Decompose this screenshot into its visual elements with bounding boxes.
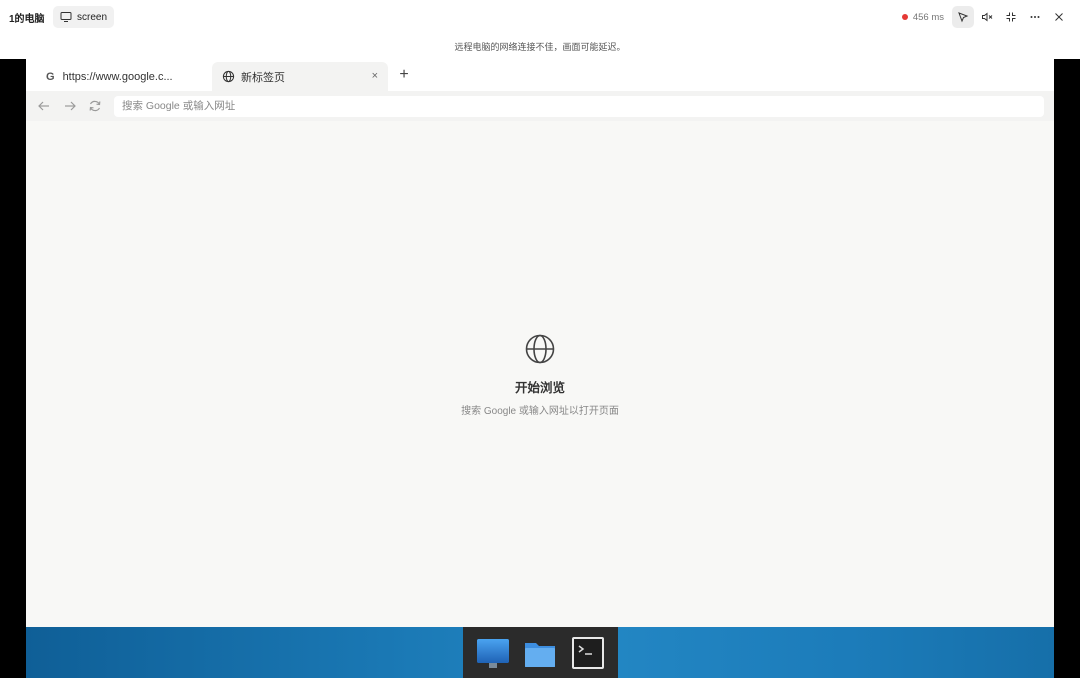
connection-warning: 远程电脑的网络连接不佳，画面可能延迟。 bbox=[0, 35, 1080, 59]
tab-new-tab[interactable]: 新标签页 × bbox=[212, 62, 388, 91]
page-heading: 开始浏览 bbox=[514, 381, 565, 395]
tab-label: https://www.google.c... bbox=[62, 70, 173, 83]
remote-screen[interactable]: G https://www.google.c... 新标签页 × + 搜索 Go… bbox=[0, 59, 1080, 678]
tab-google[interactable]: G https://www.google.c... bbox=[34, 62, 210, 91]
close-button[interactable] bbox=[1048, 6, 1070, 28]
status-dot bbox=[901, 14, 908, 20]
folder-icon bbox=[525, 642, 556, 667]
globe-icon bbox=[525, 334, 555, 364]
terminal-icon bbox=[572, 636, 605, 669]
browser-toolbar: 搜索 Google 或输入网址 bbox=[26, 91, 1054, 121]
monitor-icon bbox=[60, 12, 72, 22]
arrow-left-icon bbox=[38, 101, 49, 111]
new-tab-page: 开始浏览 搜索 Google 或输入网址以打开页面 bbox=[26, 121, 1054, 627]
new-tab-button[interactable]: + bbox=[394, 65, 414, 85]
computer-icon bbox=[476, 638, 509, 668]
tab-label: 新标签页 bbox=[241, 71, 285, 84]
reload-button[interactable] bbox=[88, 99, 102, 113]
screen-label: screen bbox=[77, 11, 108, 23]
speaker-muted-icon bbox=[982, 12, 993, 22]
close-icon bbox=[1055, 13, 1063, 21]
page-subtitle: 搜索 Google 或输入网址以打开页面 bbox=[461, 406, 619, 417]
collapse-icon bbox=[1006, 12, 1016, 22]
back-button[interactable] bbox=[37, 99, 51, 113]
forward-button[interactable] bbox=[63, 99, 77, 113]
dock bbox=[463, 627, 618, 678]
fullscreen-button[interactable] bbox=[1000, 6, 1022, 28]
reload-icon bbox=[89, 100, 101, 112]
computer-launcher[interactable] bbox=[475, 635, 511, 671]
terminal-launcher[interactable] bbox=[570, 635, 606, 671]
files-launcher[interactable] bbox=[522, 635, 558, 671]
more-icon bbox=[1030, 16, 1040, 18]
remote-desktop[interactable]: G https://www.google.c... 新标签页 × + 搜索 Go… bbox=[26, 59, 1054, 678]
address-bar[interactable]: 搜索 Google 或输入网址 bbox=[114, 96, 1044, 117]
tab-close-icon[interactable]: × bbox=[372, 70, 378, 82]
mute-button[interactable] bbox=[976, 6, 998, 28]
arrow-right-icon bbox=[65, 101, 76, 111]
taskbar bbox=[26, 627, 1054, 678]
computer-name: 1的电脑 bbox=[9, 14, 45, 25]
browser-tab-strip: G https://www.google.c... 新标签页 × + bbox=[26, 59, 1054, 91]
cursor-icon bbox=[958, 12, 969, 23]
google-icon: G bbox=[46, 70, 55, 83]
latency-indicator: 456 ms bbox=[901, 11, 944, 23]
globe-icon bbox=[222, 70, 235, 83]
pointer-mode-button[interactable] bbox=[952, 6, 974, 28]
more-button[interactable] bbox=[1024, 6, 1046, 28]
remote-toolbar: 1的电脑 screen 456 ms bbox=[0, 0, 1080, 35]
latency-value: 456 ms bbox=[912, 11, 944, 23]
screen-selector[interactable]: screen bbox=[53, 6, 115, 28]
